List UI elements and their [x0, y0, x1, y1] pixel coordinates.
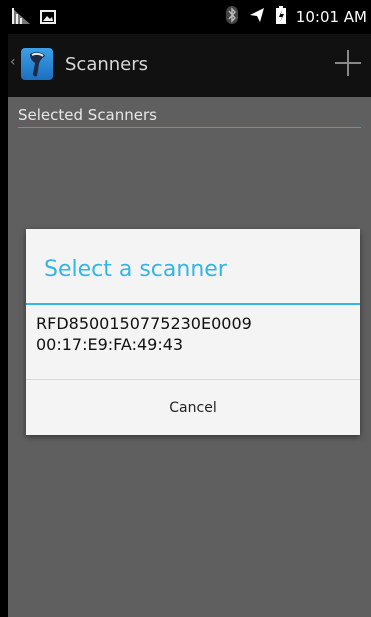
- cancel-button[interactable]: Cancel: [26, 380, 360, 435]
- action-bar: ‹ Scanners: [8, 34, 371, 99]
- up-caret-icon[interactable]: ‹: [10, 54, 16, 70]
- battery-icon: [275, 6, 286, 28]
- scanner-name: RFD8500150775230E0009: [36, 314, 252, 333]
- section-divider: [18, 127, 361, 128]
- image-notification-icon: [40, 9, 56, 28]
- signal-icon: [12, 8, 30, 28]
- bluetooth-icon: [225, 6, 238, 28]
- page-title: Scanners: [65, 54, 149, 75]
- scanner-list-item[interactable]: RFD8500150775230E0009 00:17:E9:FA:49:43: [36, 313, 252, 355]
- dialog-title: Select a scanner: [44, 257, 227, 282]
- scanner-app-icon[interactable]: [21, 48, 53, 80]
- select-scanner-dialog: Select a scanner RFD8500150775230E0009 0…: [26, 229, 360, 435]
- section-title: Selected Scanners: [18, 106, 157, 124]
- plus-icon: [335, 50, 361, 76]
- status-time: 10:01 AM: [295, 8, 367, 26]
- status-bar: 10:01 AM: [8, 0, 371, 34]
- screen: 10:01 AM ‹ Scanners Selected Scanners Se…: [8, 0, 371, 617]
- scanner-address: 00:17:E9:FA:49:43: [36, 335, 184, 354]
- add-scanner-button[interactable]: [333, 48, 363, 78]
- dialog-title-divider: [26, 303, 360, 305]
- airplane-mode-icon: [248, 6, 266, 28]
